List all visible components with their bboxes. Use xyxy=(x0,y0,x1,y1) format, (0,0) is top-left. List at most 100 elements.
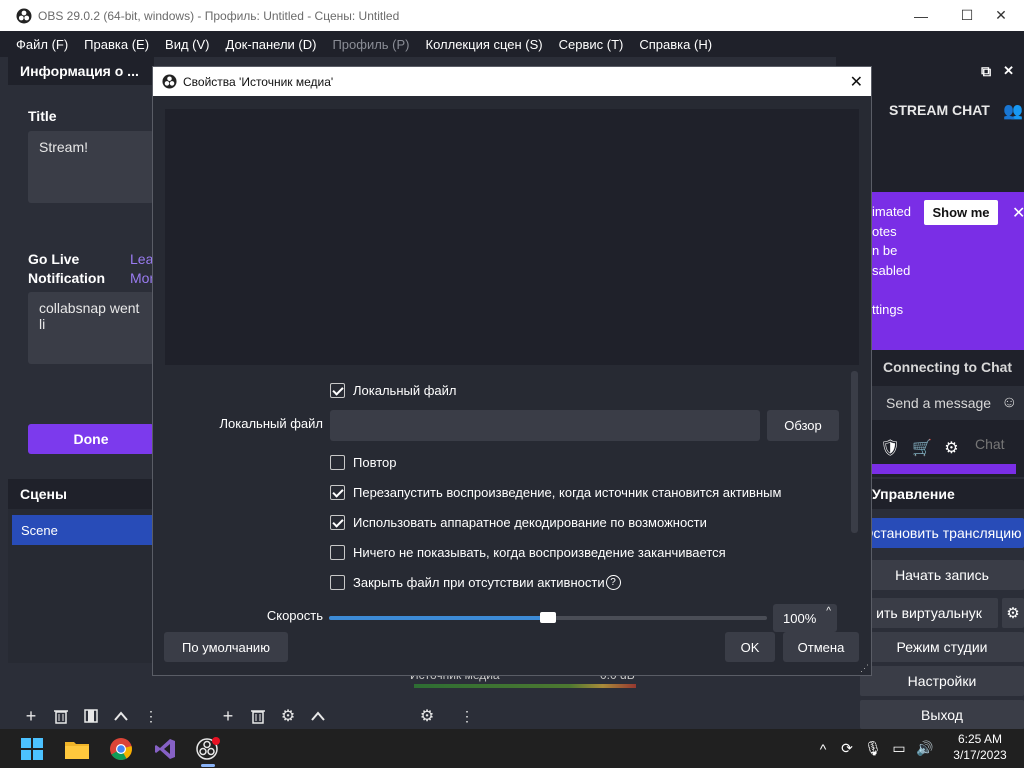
display-icon[interactable]: ▭ xyxy=(886,740,912,757)
settings-button[interactable]: Настройки xyxy=(860,666,1024,696)
menu-edit[interactable]: Правка (E) xyxy=(76,37,157,52)
start-recording-button[interactable]: Начать запись xyxy=(860,560,1024,590)
close-icon[interactable]: ✕ xyxy=(1012,203,1024,223)
add-scene-icon[interactable]: + xyxy=(16,703,46,729)
minimize-button[interactable]: — xyxy=(898,0,944,31)
loop-checkbox-row[interactable]: Повтор xyxy=(330,452,396,472)
loop-checkbox[interactable] xyxy=(330,454,345,470)
dialog-titlebar: Свойства 'Источник медиа' ✕ xyxy=(153,67,871,96)
show-nothing-checkbox[interactable] xyxy=(330,544,345,560)
restart-checkbox-row[interactable]: Перезапустить воспроизведение, когда ист… xyxy=(330,482,781,502)
volume-icon[interactable]: 🔊 xyxy=(912,740,938,757)
cancel-button[interactable]: Отмена xyxy=(783,632,859,662)
notification-textarea[interactable]: collabsnap went li xyxy=(28,292,154,364)
close-window-button[interactable]: ✕ xyxy=(978,0,1024,31)
scenes-dock-header[interactable]: Сцены xyxy=(8,479,154,509)
windows-start-icon[interactable] xyxy=(12,729,52,768)
chat-send-button[interactable]: Chat xyxy=(975,436,1005,452)
emoji-icon[interactable]: ☺ xyxy=(1001,394,1017,412)
link-line1[interactable]: Lea xyxy=(130,250,154,269)
promo-line: ttings xyxy=(872,301,904,317)
float-dock-icon[interactable]: ⧉ xyxy=(981,63,991,80)
add-source-icon[interactable]: + xyxy=(213,703,243,729)
chevron-up-icon[interactable] xyxy=(303,703,333,729)
scene-item[interactable]: Scene xyxy=(12,515,154,545)
stream-chat-title: STREAM CHAT xyxy=(889,102,990,118)
restart-checkbox[interactable] xyxy=(330,484,345,500)
more-icon[interactable]: ⋮ xyxy=(136,703,166,729)
obs-taskbar-icon[interactable] xyxy=(188,729,228,768)
menu-help[interactable]: Справка (H) xyxy=(631,37,720,52)
visual-studio-icon[interactable] xyxy=(145,729,185,768)
defaults-button[interactable]: По умолчанию xyxy=(164,632,288,662)
browse-button[interactable]: Обзор xyxy=(767,410,839,441)
exit-button[interactable]: Выход xyxy=(860,700,1024,729)
studio-mode-button[interactable]: Режим студии xyxy=(860,632,1024,662)
users-icon[interactable]: 👥 xyxy=(1003,101,1023,121)
local-file-input[interactable] xyxy=(330,410,760,441)
close-inactive-checkbox-row[interactable]: Закрыть файл при отсутствии активности ? xyxy=(330,572,621,592)
loop-checkbox-label: Повтор xyxy=(353,454,397,470)
shield-icon[interactable]: 🛡 xyxy=(880,438,900,458)
menu-file[interactable]: Файл (F) xyxy=(8,37,76,52)
local-file-checkbox-label: Локальный файл xyxy=(353,382,457,398)
speed-spinbox[interactable]: 100% ^ xyxy=(773,604,837,632)
show-nothing-checkbox-label: Ничего не показывать, когда воспроизведе… xyxy=(353,544,726,560)
golive-label-line1: Go Live xyxy=(28,251,80,267)
link-line2[interactable]: Mor xyxy=(130,269,154,288)
scrollbar-thumb[interactable] xyxy=(851,371,858,533)
ok-button[interactable]: OK xyxy=(725,632,775,662)
close-dock-icon[interactable]: ✕ xyxy=(1003,63,1014,79)
golive-label-line2: Notification xyxy=(28,270,105,286)
local-file-checkbox[interactable] xyxy=(330,382,345,398)
filter-icon[interactable] xyxy=(76,703,106,729)
show-me-button[interactable]: Show me xyxy=(924,200,998,225)
resize-grip-icon[interactable]: ⋰ xyxy=(860,663,869,674)
taskbar-clock[interactable]: 6:25 AM 3/17/2023 xyxy=(944,731,1016,763)
speed-slider-handle[interactable] xyxy=(540,612,556,623)
speed-slider[interactable] xyxy=(329,612,767,623)
sync-icon[interactable]: ⟳ xyxy=(834,740,860,757)
promo-spacer xyxy=(872,280,911,300)
hw-decode-checkbox[interactable] xyxy=(330,514,345,530)
cart-icon[interactable]: 🛒 xyxy=(912,438,932,458)
title-textarea[interactable]: Stream! xyxy=(28,131,154,203)
restart-checkbox-label: Перезапустить воспроизведение, когда ист… xyxy=(353,484,782,500)
chevron-up-icon[interactable] xyxy=(106,703,136,729)
gear-icon[interactable]: ⚙ xyxy=(273,703,303,729)
trash-icon[interactable] xyxy=(46,703,76,729)
done-button[interactable]: Done xyxy=(28,424,154,454)
local-file-checkbox-row[interactable]: Локальный файл xyxy=(330,380,457,400)
clock-date: 3/17/2023 xyxy=(953,748,1007,762)
virtual-camera-settings-icon[interactable]: ⚙ xyxy=(1002,598,1024,628)
gear-icon[interactable]: ⚙ xyxy=(944,438,958,458)
promo-text: imated otes n be sabled ttings xyxy=(872,202,911,319)
close-inactive-checkbox-label: Закрыть файл при отсутствии активности xyxy=(353,574,605,590)
chevron-up-icon[interactable]: ^ xyxy=(812,741,834,757)
close-inactive-checkbox[interactable] xyxy=(330,574,345,590)
close-icon[interactable]: ✕ xyxy=(850,72,863,92)
more-icon[interactable]: ⋮ xyxy=(452,703,482,729)
virtual-camera-button[interactable]: ить виртуальнук xyxy=(860,598,998,628)
show-nothing-checkbox-row[interactable]: Ничего не показывать, когда воспроизведе… xyxy=(330,542,726,562)
chrome-icon[interactable] xyxy=(101,729,141,768)
mixer-volume-meter xyxy=(414,684,636,688)
menu-scene-collection[interactable]: Коллекция сцен (S) xyxy=(418,37,551,52)
help-icon[interactable]: ? xyxy=(605,574,621,590)
menu-docks[interactable]: Док-панели (D) xyxy=(218,37,325,52)
info-dock-header[interactable]: Информация о ... xyxy=(8,57,154,85)
learn-more-link[interactable]: Lea Mor xyxy=(130,250,154,288)
chevron-up-icon[interactable]: ^ xyxy=(826,606,831,617)
controls-dock-header[interactable]: Управление xyxy=(860,479,1024,509)
microphone-icon[interactable]: 🎙 xyxy=(860,740,886,757)
menu-profile[interactable]: Профиль (P) xyxy=(324,37,417,52)
hw-decode-checkbox-row[interactable]: Использовать аппаратное декодирование по… xyxy=(330,512,707,532)
trash-icon[interactable] xyxy=(243,703,273,729)
send-message-input[interactable]: Send a message ☺ xyxy=(872,386,1024,420)
menu-view[interactable]: Вид (V) xyxy=(157,37,217,52)
send-message-placeholder: Send a message xyxy=(886,395,992,411)
file-explorer-icon[interactable] xyxy=(57,729,97,768)
stop-streaming-button[interactable]: Остановить трансляцию xyxy=(860,518,1024,548)
menu-tools[interactable]: Сервис (T) xyxy=(551,37,632,52)
gear-icon[interactable]: ⚙ xyxy=(412,703,442,729)
